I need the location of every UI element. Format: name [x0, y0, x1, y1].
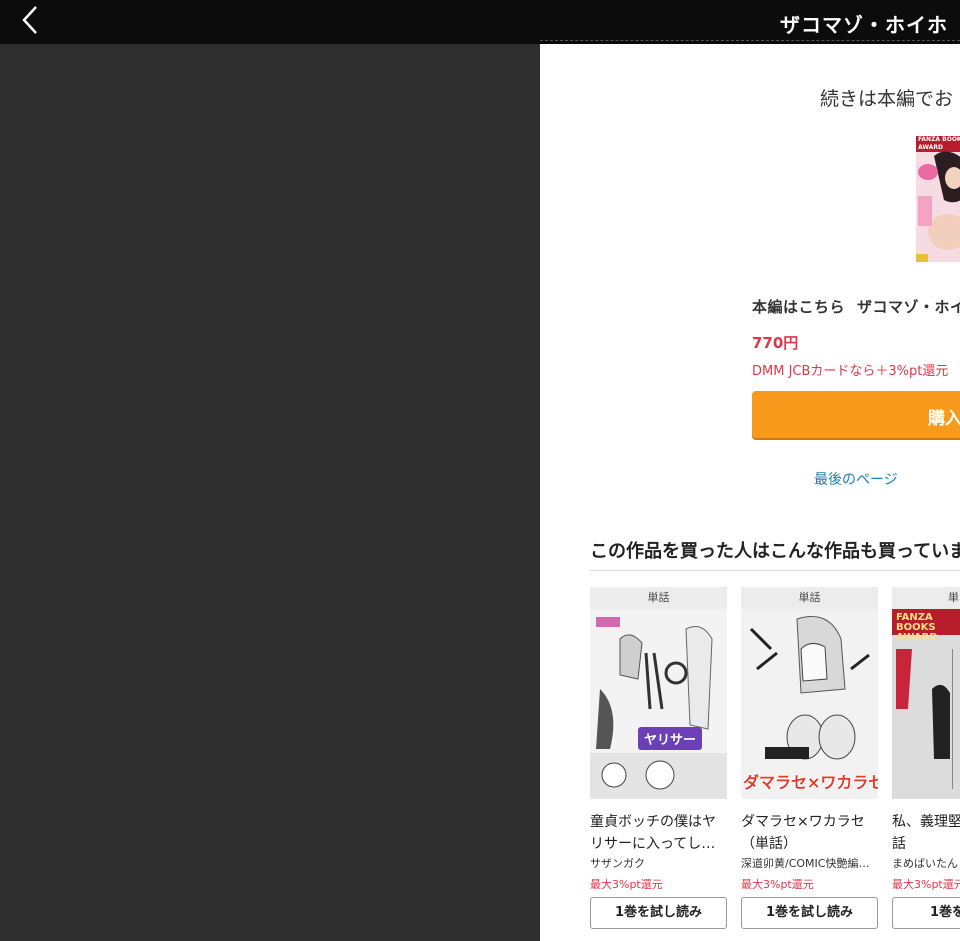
recommendation-card[interactable]: 単 FANZA BOOKS AWARD 私、義理堅です。（単話 まめばいたん 最… [892, 587, 960, 941]
card-badge: 単 [892, 587, 960, 609]
campaign-text: DMM JCBカードなら＋3%pt還元 [752, 364, 949, 379]
cover-art [916, 151, 960, 262]
reader-left-page[interactable] [0, 44, 540, 941]
trial-read-button[interactable]: 1巻を試し読み [741, 897, 878, 929]
buy-button[interactable]: 購入 [752, 391, 960, 438]
card-author[interactable]: まめばいたん [892, 855, 960, 871]
card-author[interactable]: サザンガク [590, 855, 727, 871]
card-points: 最大3%pt還元 [590, 878, 663, 891]
card-points: 最大3%pt還元 [892, 878, 960, 891]
card-badge: 単話 [590, 587, 727, 609]
trial-read-button[interactable]: 1巻を試し読み [590, 897, 727, 929]
recommendations-heading: この作品を買った人はこんな作品も買っていま [590, 541, 960, 562]
divider [590, 570, 960, 571]
card-badge: 単話 [741, 587, 878, 609]
card-points: 最大3%pt還元 [741, 878, 814, 891]
card-thumbnail[interactable]: ヤリサー [590, 609, 727, 799]
end-of-sample-panel: 続きは本編でお FANZA BOOKS AWARD 本編はこちらザコマゾ・ホイ … [540, 44, 960, 941]
top-bar: ザコマゾ・ホイホ [0, 0, 960, 44]
card-author[interactable]: 深道卯黄/COMIC快艶編… [741, 855, 878, 871]
chevron-left-icon [21, 5, 39, 39]
recommendation-card[interactable]: 単話 ダマラセ×ワカラセ ダマラセ×ワカラセ（単話） 深道卯黄/COMIC快艶編… [741, 587, 878, 941]
main-link-label: 本編はこちら [752, 298, 846, 316]
main-book-cover[interactable]: FANZA BOOKS AWARD [916, 136, 960, 262]
main-link-title: ザコマゾ・ホイ [857, 298, 960, 316]
card-cover-art [590, 609, 727, 799]
card-title[interactable]: ダマラセ×ワカラセ（単話） [741, 811, 878, 855]
card-cover-title: ダマラセ×ワカラセ [743, 773, 878, 792]
trial-read-button[interactable]: 1巻を試し [892, 897, 960, 929]
card-thumbnail[interactable]: ダマラセ×ワカラセ [741, 609, 878, 799]
recommendation-card[interactable]: 単話 ヤリサー 童貞ボッチの僕はヤリサーに入ってし… サザンガク 最大3%pt還… [590, 587, 727, 941]
card-title[interactable]: 童貞ボッチの僕はヤリサーに入ってし… [590, 811, 727, 855]
last-page-link[interactable]: 最後のページ [814, 469, 898, 489]
back-button[interactable] [12, 4, 48, 40]
book-title: ザコマゾ・ホイホ [780, 13, 948, 37]
buy-button-label: 購入 [928, 409, 960, 429]
continue-message: 続きは本編でお [820, 88, 954, 110]
card-cover-title: ヤリサー [638, 727, 703, 750]
card-title[interactable]: 私、義理堅です。（単話 [892, 811, 960, 855]
card-cover-title: FANZA BOOKS AWARD [896, 612, 938, 643]
main-book-link[interactable]: 本編はこちら ザコマゾ・ホイ [752, 296, 960, 317]
price: 770円 [752, 334, 799, 352]
card-thumbnail[interactable]: FANZA BOOKS AWARD [892, 609, 960, 799]
